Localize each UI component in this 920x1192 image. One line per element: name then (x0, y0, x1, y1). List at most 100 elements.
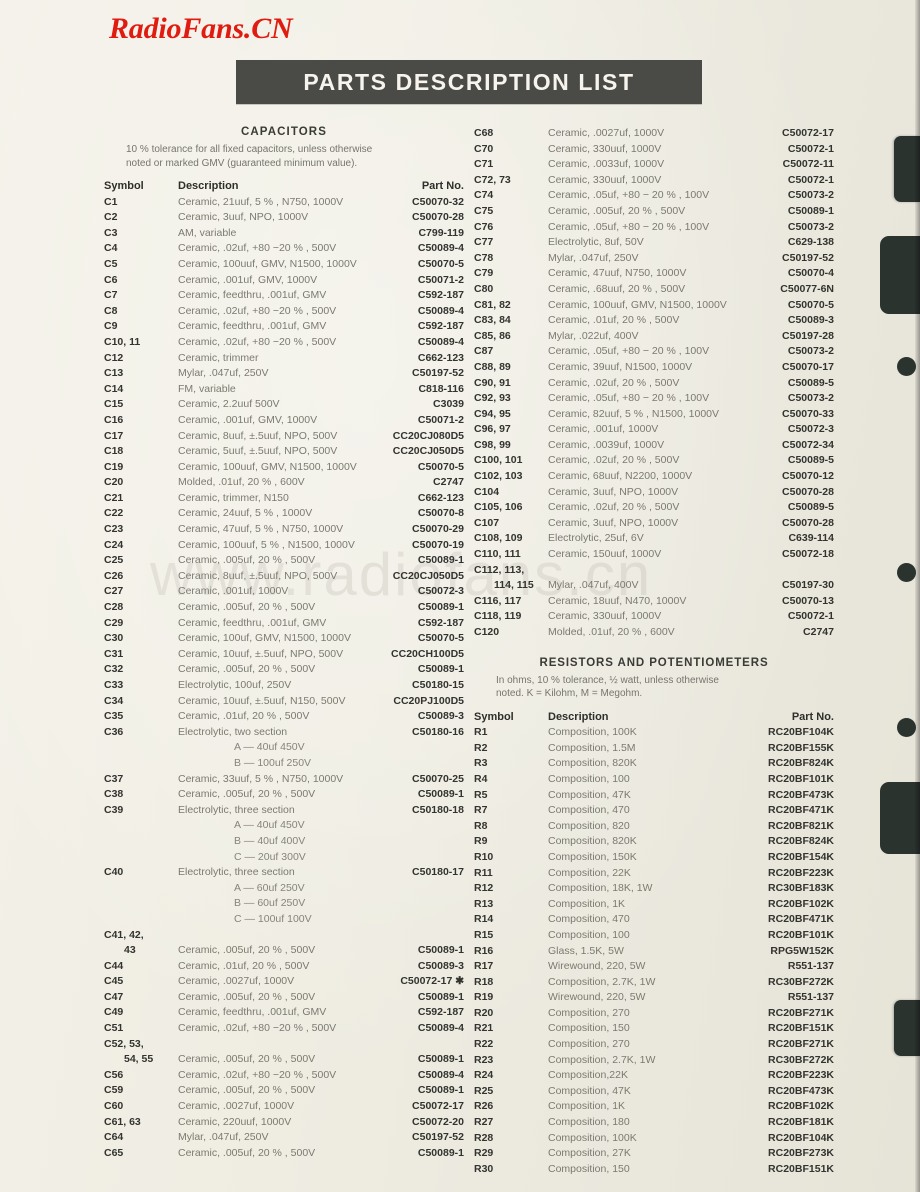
row-part-no: C50197-52 (412, 367, 464, 380)
row-symbol: C35 (104, 710, 124, 723)
table-header-row: Symbol Description Part No. (474, 710, 834, 726)
table-row: C37 Ceramic, 33uuf, 5 % , N750, 1000V C500… (104, 772, 464, 788)
table-row: C15 Ceramic, 2.2uuf 500V C3039 (104, 397, 464, 413)
table-row: C — 20uf 300V (104, 850, 464, 866)
table-header-row: Symbol Description Part No. (104, 179, 464, 195)
row-description: Ceramic, .02uf, 20 % , 500V (548, 454, 680, 467)
row-part-no: RC30BF183K (768, 882, 834, 895)
row-symbol (104, 756, 178, 772)
row-part-no: C50197-52 (782, 251, 834, 264)
row-symbol: C47 (104, 990, 124, 1003)
binder-tab-mark (880, 236, 920, 314)
row-description: Ceramic, .005uf, 20 % , 500V (178, 1146, 316, 1159)
row-description: Ceramic, .0027uf, 1000V (548, 127, 665, 139)
row-description: Composition, 820K (548, 835, 637, 848)
capacitors-table-right: C68 Ceramic, .0027uf, 1000V C50072-17 C70 Ce… (474, 126, 834, 641)
resistors-note-line1: In ohms, 10 % tolerance, ½ watt, unless … (496, 674, 719, 686)
table-row: C96, 97 Ceramic, .001uf, 1000V C50072-3 (474, 422, 834, 438)
table-row: 54, 55 Ceramic, .005uf, 20 % , 500V C50089… (104, 1052, 464, 1068)
table-row: C60 Ceramic, .0027uf, 1000V C50072-17 (104, 1099, 464, 1115)
row-description (178, 1037, 390, 1053)
table-row: R8 Composition, 820 RC20BF821K (474, 819, 834, 835)
table-row: C28 Ceramic, .005uf, 20 % , 500V C50089-1 (104, 600, 464, 616)
table-row: R18 Composition, 2.7K, 1W RC30BF272K (474, 975, 834, 991)
row-description: Ceramic, 8uuf, ±.5uuf, NPO, 500V (178, 569, 338, 582)
row-part-no: CC20CH100D5 (391, 647, 464, 660)
table-row: C20 Molded, .01uf, 20 % , 600V C2747 (104, 475, 464, 491)
table-row: 43 Ceramic, .005uf, 20 % , 500V C50089-1 (104, 943, 464, 959)
row-description: Ceramic, 47uuf, 5 % , N750, 1000V (178, 523, 344, 536)
row-part-no: CC20PJ100D5 (393, 694, 464, 707)
row-symbol: C102, 103 (474, 470, 523, 483)
row-symbol: C25 (104, 554, 124, 567)
row-part-no: RC20BF821K (768, 819, 834, 832)
table-row: C26 Ceramic, 8uuf, ±.5uuf, NPO, 500V CC20C… (104, 569, 464, 585)
table-row: C31 Ceramic, 10uuf, ±.5uuf, NPO, 500V CC20… (104, 647, 464, 663)
row-part-no: C50073-2 (787, 220, 834, 233)
row-description: Ceramic, .02uf, +80 −20 % , 500V (178, 242, 337, 255)
right-column: C68 Ceramic, .0027uf, 1000V C50072-17 C70 Ce… (474, 126, 834, 1177)
row-part-no: C50089-1 (787, 204, 834, 217)
row-description: Ceramic, .005uf, 20 % , 500V (178, 1084, 316, 1097)
row-description: Composition, 470 (548, 913, 630, 926)
row-part-no: C50070-5 (787, 298, 834, 311)
table-row: C52, 53, (104, 1037, 464, 1053)
row-part-no (760, 563, 834, 579)
row-description: Composition, 47K (548, 788, 631, 801)
row-part-no: RC20BF151K (768, 1162, 834, 1175)
table-row: C104 Ceramic, 3uuf, NPO, 1000V C50070-28 (474, 485, 834, 501)
row-symbol: C37 (104, 772, 124, 785)
row-description: Mylar, .022uf, 400V (548, 329, 639, 342)
table-row: C22 Ceramic, 24uuf, 5 % , 1000V C50070-8 (104, 506, 464, 522)
page-title: PARTS DESCRIPTION LIST (303, 68, 635, 95)
table-row: R5 Composition, 47K RC20BF473K (474, 788, 834, 804)
row-symbol: C2 (104, 211, 118, 224)
row-symbol: R23 (474, 1053, 494, 1066)
row-symbol: C60 (104, 1100, 124, 1113)
row-symbol: C40 (104, 866, 124, 879)
row-description: Ceramic, 68uuf, N2200, 1000V (548, 470, 693, 483)
table-row: C116, 117 Ceramic, 18uuf, N470, 1000V C500… (474, 594, 834, 610)
row-description: Ceramic, trimmer, N150 (178, 491, 289, 504)
row-part-no: C50070-8 (417, 507, 464, 520)
row-part-no: C50089-3 (417, 959, 464, 972)
row-description: Mylar, .047uf, 400V (548, 579, 639, 592)
row-symbol: C83, 84 (474, 314, 511, 327)
row-symbol: R9 (474, 835, 488, 848)
header-description: Description (548, 710, 609, 723)
row-description: Ceramic, .05uf, +80 − 20 % , 100V (548, 345, 710, 358)
row-description: Ceramic, 33uuf, 5 % , N750, 1000V (178, 772, 344, 785)
row-symbol: R25 (474, 1084, 494, 1097)
table-row: C92, 93 Ceramic, .05uf, +80 − 20 % , 100V… (474, 391, 834, 407)
row-part-no: C50072-20 (412, 1115, 464, 1128)
table-row: C34 Ceramic, 10uuf, ±.5uuf, N150, 500V CC2… (104, 694, 464, 710)
row-part-no: C50089-4 (417, 304, 464, 317)
row-part-no: C50072-17 ✱ (400, 975, 464, 988)
table-row: C35 Ceramic, .01uf, 20 % , 500V C50089-3 (104, 709, 464, 725)
row-part-no: C50070-5 (417, 460, 464, 473)
row-symbol: C56 (104, 1068, 124, 1081)
row-description: Ceramic, 330uuf, 1000V (548, 142, 662, 155)
row-part-no: RPG5W152K (770, 944, 834, 957)
row-symbol: C61, 63 (104, 1115, 141, 1128)
row-symbol: C26 (104, 569, 124, 582)
row-symbol: R15 (474, 928, 494, 941)
row-description: Ceramic, 82uuf, 5 % , N1500, 1000V (548, 407, 720, 420)
row-symbol: C23 (104, 523, 124, 536)
row-description (548, 563, 760, 579)
row-symbol: C18 (104, 445, 124, 458)
row-symbol: C34 (104, 694, 124, 707)
row-symbol: R10 (474, 850, 494, 863)
binder-tab-mark (880, 782, 920, 854)
row-symbol: C4 (104, 242, 118, 255)
row-part-no: C50072-18 (782, 548, 834, 561)
row-description: B — 60uf 250V (234, 897, 306, 910)
table-row: C59 Ceramic, .005uf, 20 % , 500V C50089-1 (104, 1083, 464, 1099)
row-part-no: C50072-34 (782, 438, 834, 451)
row-symbol (104, 834, 178, 850)
row-part-no: C50070-12 (782, 470, 834, 483)
table-row: C4 Ceramic, .02uf, +80 −20 % , 500V C50089… (104, 241, 464, 257)
row-description: Molded, .01uf, 20 % , 600V (548, 626, 675, 638)
row-symbol: C44 (104, 959, 124, 972)
row-symbol (104, 896, 178, 912)
